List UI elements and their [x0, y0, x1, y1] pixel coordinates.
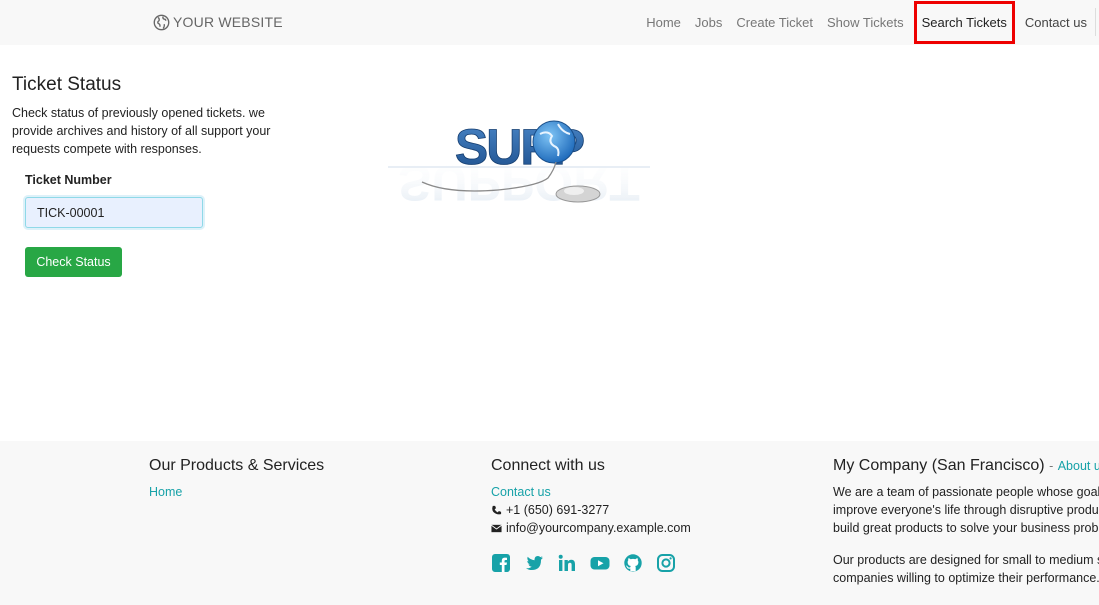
footer-about-paragraph-2: Our products are designed for small to m…	[833, 551, 1099, 587]
footer-email-text: info@yourcompany.example.com	[506, 521, 691, 535]
nav-show-tickets[interactable]: Show Tickets	[820, 0, 911, 45]
footer: Our Products & Services Home Connect wit…	[0, 441, 1099, 605]
about-line-1: We are a team of passionate people whose…	[833, 485, 1099, 499]
footer-connect-title: Connect with us	[491, 457, 605, 474]
footer-connect: Connect with us Contact us +1 (650) 691-…	[491, 457, 691, 573]
footer-email: info@yourcompany.example.com	[491, 519, 691, 537]
ticket-number-input[interactable]	[25, 197, 203, 228]
linkedin-icon[interactable]	[557, 553, 577, 573]
footer-contact-link[interactable]: Contact us	[491, 483, 691, 501]
check-status-button[interactable]: Check Status	[25, 247, 122, 277]
github-icon[interactable]	[623, 553, 643, 573]
footer-company: My Company (San Francisco) - About us We…	[833, 457, 1099, 601]
nav-create-ticket[interactable]: Create Ticket	[729, 0, 820, 45]
nav-search-tickets[interactable]: Search Tickets	[913, 1, 1015, 44]
footer-phone: +1 (650) 691-3277	[491, 501, 691, 519]
nav-home[interactable]: Home	[639, 0, 688, 45]
about-line-2: improve everyone's life through disrupti…	[833, 503, 1099, 517]
footer-home-link[interactable]: Home	[149, 483, 324, 501]
footer-company-heading: My Company (San Francisco) - About us	[833, 457, 1099, 475]
globe-icon	[153, 14, 170, 30]
youtube-icon[interactable]	[590, 553, 610, 573]
about-line-3: build great products to solve your busin…	[833, 521, 1099, 535]
nav-contact-us[interactable]: Contact us	[1018, 0, 1099, 45]
footer-products-title: Our Products & Services	[149, 457, 325, 474]
brand-logo[interactable]: YOUR WEBSITE	[153, 12, 283, 32]
nav-menu: Home Jobs Create Ticket Show Tickets Sea…	[639, 0, 1099, 45]
footer-products: Our Products & Services Home	[149, 457, 324, 501]
facebook-icon[interactable]	[491, 553, 511, 573]
phone-icon	[492, 505, 502, 514]
brand-text: YOUR WEBSITE	[173, 14, 283, 30]
footer-phone-text: +1 (650) 691-3277	[506, 503, 610, 517]
social-links	[491, 553, 691, 573]
footer-about-paragraph-1: We are a team of passionate people whose…	[833, 483, 1099, 537]
footer-company-title: My Company (San Francisco)	[833, 457, 1045, 474]
top-navbar: YOUR WEBSITE Home Jobs Create Ticket Sho…	[0, 0, 1099, 45]
twitter-icon[interactable]	[524, 553, 544, 573]
page-description: Check status of previously opened ticket…	[12, 106, 271, 156]
about-line-4: Our products are designed for small to m…	[833, 553, 1099, 567]
footer-separator: -	[1049, 459, 1054, 473]
instagram-icon[interactable]	[656, 553, 676, 573]
about-line-5: companies willing to optimize their perf…	[833, 571, 1099, 585]
ticket-number-label: Ticket Number	[25, 173, 112, 187]
page-title: Ticket Status	[12, 74, 122, 95]
footer-about-link[interactable]: About us	[1058, 459, 1099, 473]
support-image: SUPPORT SUPP	[388, 119, 650, 211]
nav-jobs[interactable]: Jobs	[688, 0, 729, 45]
nav-divider	[1095, 8, 1096, 36]
envelope-icon	[491, 524, 502, 532]
